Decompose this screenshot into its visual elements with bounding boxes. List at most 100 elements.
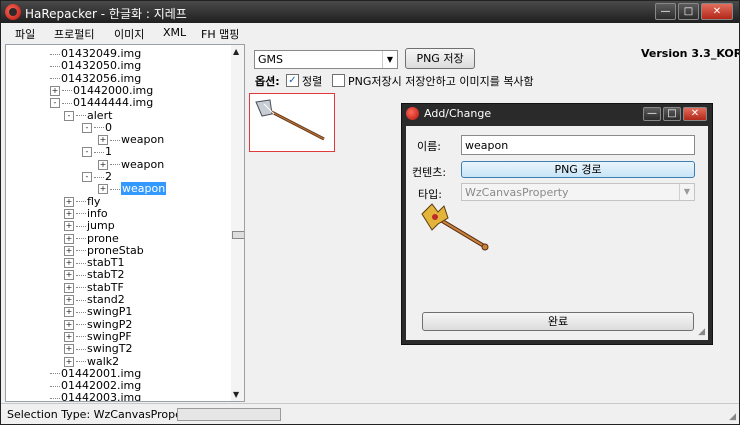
resize-grip-icon[interactable]: ◢ bbox=[729, 412, 736, 422]
tree-node[interactable]: 01432050.img bbox=[50, 59, 141, 72]
tree-node[interactable]: + info bbox=[64, 207, 108, 220]
menu-xml[interactable]: XML bbox=[163, 26, 186, 39]
tree-node[interactable]: 01432049.img bbox=[50, 47, 141, 60]
maximize-button[interactable]: □ bbox=[678, 3, 699, 20]
tree-node[interactable]: -1 bbox=[82, 145, 112, 158]
tree-node[interactable]: 01442003.img bbox=[50, 391, 141, 401]
tree-connector bbox=[94, 176, 104, 178]
tree-node[interactable]: + weapon bbox=[98, 182, 167, 196]
version-label: Version 3.3_KOR bbox=[641, 47, 740, 60]
tree-scrollbar[interactable]: ▲ ▼ bbox=[231, 45, 244, 401]
expand-icon[interactable]: + bbox=[64, 208, 74, 219]
expand-icon[interactable]: + bbox=[98, 135, 108, 146]
tree-node-label: weapon bbox=[121, 133, 165, 147]
tree-node[interactable]: + stand2 bbox=[64, 293, 125, 306]
tree-node[interactable]: - 01444444.img bbox=[50, 96, 153, 109]
wz-tree-view[interactable]: 01432049.img 01432050.img 01432056.img +014… bbox=[5, 44, 245, 402]
tree-node[interactable]: 01442001.img bbox=[50, 367, 141, 380]
weapon-preview-icon bbox=[421, 203, 489, 251]
scroll-thumb[interactable] bbox=[232, 231, 244, 239]
chevron-down-icon[interactable]: ▼ bbox=[382, 51, 397, 68]
tree-node[interactable]: + swingP2 bbox=[64, 318, 132, 331]
expand-icon[interactable]: + bbox=[64, 319, 74, 330]
tree-node-label: 2 bbox=[105, 170, 112, 183]
tree-node[interactable]: + weapon bbox=[98, 158, 164, 171]
scroll-down-icon[interactable]: ▼ bbox=[233, 390, 239, 399]
window-controls: — □ ✕ bbox=[655, 3, 733, 20]
collapse-icon[interactable]: - bbox=[82, 172, 92, 182]
menu-bar: 파일 프로펄티 이미지 XML FH 맵핑 bbox=[1, 23, 739, 43]
png-save-button[interactable]: PNG 저장 bbox=[405, 48, 475, 69]
tree-node[interactable]: 01432056.img bbox=[50, 72, 141, 85]
expand-icon[interactable]: + bbox=[64, 331, 74, 342]
menu-file[interactable]: 파일 bbox=[15, 26, 35, 42]
sort-checkbox[interactable]: ✓ bbox=[286, 74, 299, 87]
app-icon[interactable] bbox=[5, 4, 21, 20]
tree-node-label: stand2 bbox=[87, 293, 125, 306]
scroll-up-icon[interactable]: ▲ bbox=[233, 47, 239, 56]
expand-icon[interactable]: + bbox=[64, 196, 74, 207]
expand-icon[interactable]: + bbox=[64, 344, 74, 355]
dialog-maximize-button[interactable]: □ bbox=[663, 107, 681, 121]
tree-node[interactable]: + jump bbox=[64, 219, 115, 232]
type-select[interactable]: WzCanvasProperty ▼ bbox=[461, 183, 695, 201]
collapse-icon[interactable]: - bbox=[50, 98, 60, 109]
collapse-icon[interactable]: - bbox=[82, 147, 92, 158]
tree-node-label: stabTF bbox=[87, 280, 124, 294]
collapse-icon[interactable]: - bbox=[82, 122, 92, 133]
expand-icon[interactable]: + bbox=[64, 221, 74, 232]
progress-bar bbox=[177, 408, 281, 421]
menu-image[interactable]: 이미지 bbox=[114, 26, 144, 42]
collapse-icon[interactable]: - bbox=[64, 110, 74, 121]
weapon-axe-icon bbox=[255, 99, 325, 141]
minimize-button[interactable]: — bbox=[655, 3, 676, 20]
dialog-app-icon bbox=[406, 107, 419, 120]
expand-icon[interactable]: + bbox=[64, 295, 74, 305]
expand-icon[interactable]: + bbox=[64, 307, 74, 318]
tree-node[interactable]: + swingP1 bbox=[64, 305, 132, 318]
tree-node[interactable]: +01442000.img bbox=[50, 84, 153, 97]
tree-node-label: 0 bbox=[105, 120, 112, 134]
tree-connector bbox=[76, 348, 86, 350]
name-input[interactable]: weapon bbox=[461, 135, 695, 155]
png-path-button[interactable]: PNG 경로 bbox=[461, 161, 695, 178]
tree-node[interactable]: -0 bbox=[82, 121, 112, 134]
tree-node[interactable]: + proneStab bbox=[64, 244, 144, 257]
tree-node[interactable]: - alert bbox=[64, 109, 112, 122]
tree-node[interactable]: + stabTF bbox=[64, 281, 124, 294]
expand-icon[interactable]: + bbox=[64, 270, 74, 281]
tree-node[interactable]: -2 bbox=[82, 170, 112, 183]
tree-node[interactable]: + stabT1 bbox=[64, 256, 125, 269]
close-button[interactable]: ✕ bbox=[701, 3, 733, 20]
chevron-down-icon[interactable]: ▼ bbox=[679, 184, 694, 200]
tree-connector bbox=[62, 102, 72, 104]
expand-icon[interactable]: + bbox=[64, 258, 74, 269]
tree-node[interactable]: + stabT2 bbox=[64, 268, 125, 281]
window-title: HaRepacker - 한글화 : 지레프 bbox=[25, 7, 187, 21]
title-bar[interactable]: HaRepacker - 한글화 : 지레프 — □ ✕ bbox=[1, 1, 739, 23]
tree-node[interactable]: + swingPF bbox=[64, 330, 132, 343]
resize-grip-icon[interactable]: ◢ bbox=[698, 327, 705, 337]
tree-node[interactable]: + walk2 bbox=[64, 355, 119, 368]
tree-node[interactable]: + swingT2 bbox=[64, 342, 132, 355]
ok-button[interactable]: 완료 bbox=[422, 312, 694, 331]
expand-icon[interactable]: + bbox=[64, 233, 74, 244]
dialog-minimize-button[interactable]: — bbox=[643, 107, 661, 121]
expand-icon[interactable]: + bbox=[50, 85, 60, 96]
menu-property[interactable]: 프로펄티 bbox=[54, 26, 94, 42]
tree-connector bbox=[76, 336, 86, 338]
dialog-title-bar[interactable]: Add/Change — □ ✕ bbox=[402, 104, 712, 124]
tree-node[interactable]: + weapon bbox=[98, 133, 164, 146]
expand-icon[interactable]: + bbox=[98, 184, 108, 195]
tree-node[interactable]: + prone bbox=[64, 232, 119, 245]
expand-icon[interactable]: + bbox=[64, 282, 74, 293]
tree-node[interactable]: 01442002.img bbox=[50, 379, 141, 392]
expand-icon[interactable]: + bbox=[64, 356, 74, 367]
expand-icon[interactable]: + bbox=[64, 245, 74, 256]
region-select[interactable]: GMS ▼ bbox=[254, 50, 398, 69]
expand-icon[interactable]: + bbox=[98, 159, 108, 170]
tree-node[interactable]: + fly bbox=[64, 195, 100, 208]
menu-fh-mapping[interactable]: FH 맵핑 bbox=[201, 26, 239, 42]
dialog-close-button[interactable]: ✕ bbox=[683, 107, 707, 121]
png-copy-checkbox[interactable] bbox=[332, 74, 345, 87]
